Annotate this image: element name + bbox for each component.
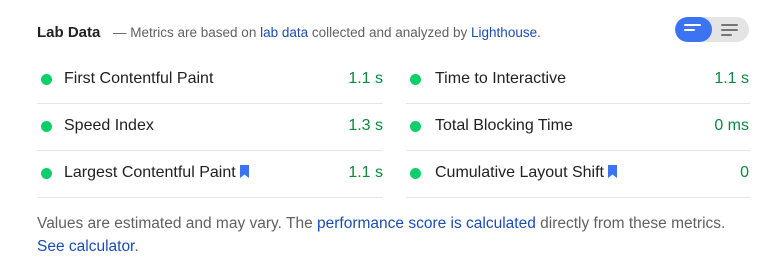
- metric-label: Time to Interactive: [435, 70, 567, 87]
- metric-value: 0 ms: [714, 117, 749, 134]
- metric-label: Speed Index: [64, 117, 154, 134]
- section-title: Lab Data: [37, 24, 101, 41]
- metric-speed-index: Speed Index 1.3 s: [36, 104, 383, 150]
- metric-first-contentful-paint: First Contentful Paint 1.1 s: [36, 57, 383, 103]
- subtitle-dash: —: [113, 25, 127, 40]
- lab-data-link[interactable]: lab data: [260, 25, 308, 40]
- metrics-view-toggle[interactable]: [675, 17, 749, 42]
- pass-indicator-icon: [41, 168, 52, 179]
- lighthouse-link[interactable]: Lighthouse: [471, 25, 537, 40]
- metric-value: 0: [740, 164, 749, 181]
- metric-value: 1.1 s: [714, 70, 749, 87]
- performance-score-link[interactable]: performance score is calculated: [317, 215, 536, 232]
- metric-label: Cumulative Layout Shift: [435, 164, 604, 181]
- see-calculator-link[interactable]: See calculator: [37, 238, 134, 255]
- pass-indicator-icon: [410, 121, 421, 132]
- estimate-disclaimer: Values are estimated and may vary. The p…: [37, 212, 737, 258]
- metric-largest-contentful-paint: Largest Contentful Paint 1.1 s: [36, 151, 383, 197]
- metric-total-blocking-time: Total Blocking Time 0 ms: [405, 104, 749, 150]
- metric-label: First Contentful Paint: [64, 70, 214, 87]
- metric-time-to-interactive: Time to Interactive 1.1 s: [405, 57, 749, 103]
- metric-label-wrap: Largest Contentful Paint: [64, 164, 249, 182]
- divider-left-3: [37, 197, 383, 198]
- compact-list-icon: [684, 24, 704, 36]
- metric-value: 1.1 s: [348, 164, 383, 181]
- lab-data-header: Lab Data — Metrics are based on lab data…: [37, 0, 750, 63]
- divider-right-3: [406, 197, 750, 198]
- metric-value: 1.3 s: [348, 117, 383, 134]
- subtitle-text-2: collected and analyzed by: [311, 25, 468, 40]
- bookmark-icon: [607, 165, 617, 178]
- metric-label: Largest Contentful Paint: [64, 164, 236, 181]
- compact-view-button[interactable]: [675, 17, 712, 42]
- footer-text-2: directly from these metrics.: [540, 215, 726, 232]
- pass-indicator-icon: [410, 74, 421, 85]
- subtitle-period: .: [537, 25, 541, 40]
- footer-text-1: Values are estimated and may vary. The: [37, 215, 313, 232]
- metric-cumulative-layout-shift: Cumulative Layout Shift 0: [405, 151, 749, 197]
- pass-indicator-icon: [41, 121, 52, 132]
- metric-label-wrap: Cumulative Layout Shift: [435, 164, 617, 182]
- metric-value: 1.1 s: [348, 70, 383, 87]
- expanded-view-button[interactable]: [712, 17, 749, 42]
- section-subtitle: — Metrics are based on lab data collecte…: [113, 25, 541, 40]
- bookmark-icon: [239, 165, 249, 178]
- expanded-list-icon: [721, 24, 741, 36]
- pass-indicator-icon: [41, 74, 52, 85]
- pass-indicator-icon: [410, 168, 421, 179]
- subtitle-text-1: Metrics are based on: [130, 25, 257, 40]
- footer-period: .: [134, 238, 139, 255]
- metric-label: Total Blocking Time: [435, 117, 573, 134]
